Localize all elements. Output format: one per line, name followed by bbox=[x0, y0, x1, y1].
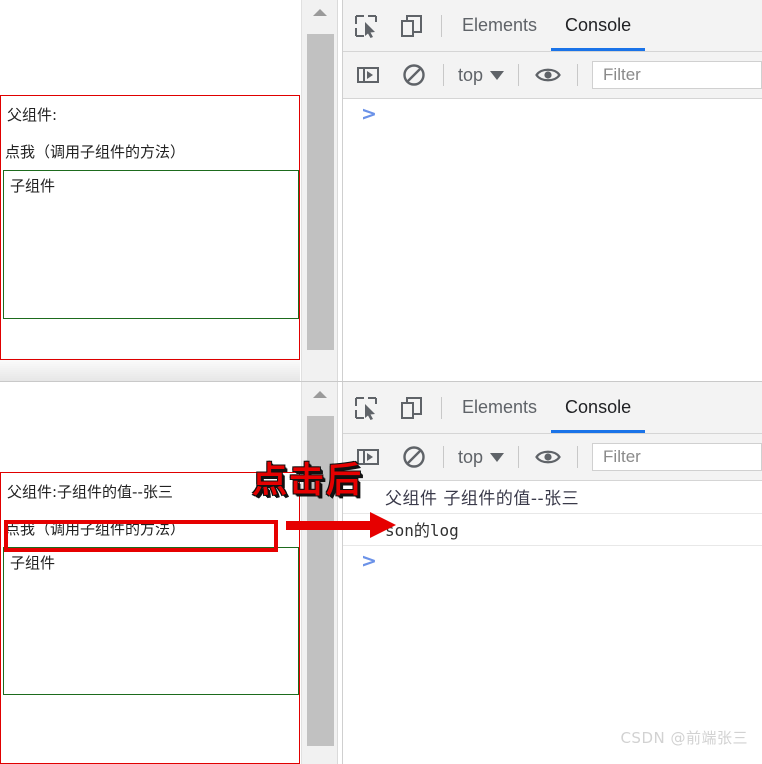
execution-context-label: top bbox=[458, 64, 484, 85]
tab-console[interactable]: Console bbox=[551, 382, 646, 433]
console-output-before: > bbox=[343, 99, 762, 382]
console-log-message: son的log bbox=[343, 514, 762, 546]
tab-elements[interactable]: Elements bbox=[448, 382, 551, 433]
parent-component-label: 父组件:子组件的值--张三 bbox=[7, 483, 173, 501]
live-expression-icon[interactable] bbox=[525, 50, 571, 101]
annotation-arrow-shaft bbox=[286, 521, 376, 530]
execution-context-label: top bbox=[458, 446, 484, 467]
console-output-after: 父组件 子组件的值--张三 son的log > bbox=[343, 481, 762, 764]
annotation-callout-text: 点击后 bbox=[252, 461, 364, 501]
browser-viewport-after: 父组件:子组件的值--张三 点我（调用子组件的方法） 子组件 bbox=[0, 382, 300, 764]
child-component-box: 子组件 bbox=[3, 170, 299, 319]
devtools-panel-before: Elements Console top Filter > bbox=[342, 0, 762, 382]
pane-after-click: 父组件:子组件的值--张三 点我（调用子组件的方法） 子组件 Elements … bbox=[0, 382, 762, 764]
devtools-tabbar: Elements Console bbox=[343, 0, 762, 52]
pane-before-click: 父组件: 点我（调用子组件的方法） 子组件 Elements Console t… bbox=[0, 0, 762, 382]
scrollbar-thumb[interactable] bbox=[307, 34, 334, 350]
child-component-label: 子组件 bbox=[10, 554, 56, 572]
child-component-label: 子组件 bbox=[10, 177, 56, 195]
console-sidebar-icon[interactable] bbox=[345, 50, 391, 101]
toolbar-divider bbox=[441, 14, 442, 37]
console-filter-input[interactable]: Filter bbox=[592, 61, 762, 89]
browser-viewport-before: 父组件: 点我（调用子组件的方法） 子组件 bbox=[0, 0, 300, 382]
devtools-tabbar: Elements Console bbox=[343, 382, 762, 434]
screenshot-stage: 父组件: 点我（调用子组件的方法） 子组件 Elements Console t… bbox=[0, 0, 762, 764]
inspect-element-icon[interactable] bbox=[343, 382, 389, 433]
tab-console[interactable]: Console bbox=[551, 0, 646, 51]
annotation-arrow-head bbox=[370, 512, 396, 538]
console-prompt-chevron: > bbox=[361, 549, 377, 572]
toolbar-divider bbox=[577, 446, 579, 468]
page-scrollbar[interactable] bbox=[301, 0, 338, 382]
console-prompt-row[interactable]: > bbox=[343, 99, 762, 129]
page-scrollbar[interactable] bbox=[301, 382, 338, 764]
toolbar-divider bbox=[577, 64, 579, 86]
toolbar-divider bbox=[441, 396, 442, 419]
console-prompt-row[interactable]: > bbox=[343, 546, 762, 576]
parent-component-box: 父组件:子组件的值--张三 点我（调用子组件的方法） 子组件 bbox=[0, 472, 300, 764]
chevron-down-icon bbox=[490, 70, 505, 80]
call-child-method-button[interactable]: 点我（调用子组件的方法） bbox=[5, 141, 185, 162]
clear-console-icon[interactable] bbox=[391, 50, 437, 101]
toolbar-divider bbox=[518, 64, 520, 86]
tab-elements[interactable]: Elements bbox=[448, 0, 551, 51]
console-filter-input[interactable]: Filter bbox=[592, 443, 762, 471]
device-toolbar-icon[interactable] bbox=[389, 382, 435, 433]
parent-component-box: 父组件: 点我（调用子组件的方法） 子组件 bbox=[0, 95, 300, 360]
annotation-highlight-box bbox=[4, 520, 278, 552]
device-toolbar-icon[interactable] bbox=[389, 0, 435, 51]
console-toolbar: top Filter bbox=[343, 434, 762, 481]
parent-component-label: 父组件: bbox=[7, 106, 58, 124]
console-prompt-chevron: > bbox=[361, 102, 377, 125]
chevron-down-icon bbox=[490, 452, 505, 462]
devtools-panel-after: Elements Console top Filter 父组件 子组件的值--张… bbox=[342, 382, 762, 764]
scroll-up-arrow-icon[interactable] bbox=[302, 382, 337, 406]
watermark: CSDN @前端张三 bbox=[620, 729, 748, 747]
child-component-box: 子组件 bbox=[3, 547, 299, 695]
console-log-message: 父组件 子组件的值--张三 bbox=[343, 481, 762, 514]
live-expression-icon[interactable] bbox=[525, 432, 571, 483]
toolbar-divider bbox=[443, 64, 444, 86]
scroll-up-arrow-icon[interactable] bbox=[302, 0, 337, 24]
inspect-element-icon[interactable] bbox=[343, 0, 389, 51]
toolbar-divider bbox=[443, 446, 444, 468]
clear-console-icon[interactable] bbox=[391, 432, 437, 483]
console-toolbar: top Filter bbox=[343, 52, 762, 99]
execution-context-selector[interactable]: top bbox=[450, 65, 512, 86]
toolbar-divider bbox=[518, 446, 520, 468]
execution-context-selector[interactable]: top bbox=[450, 447, 512, 468]
